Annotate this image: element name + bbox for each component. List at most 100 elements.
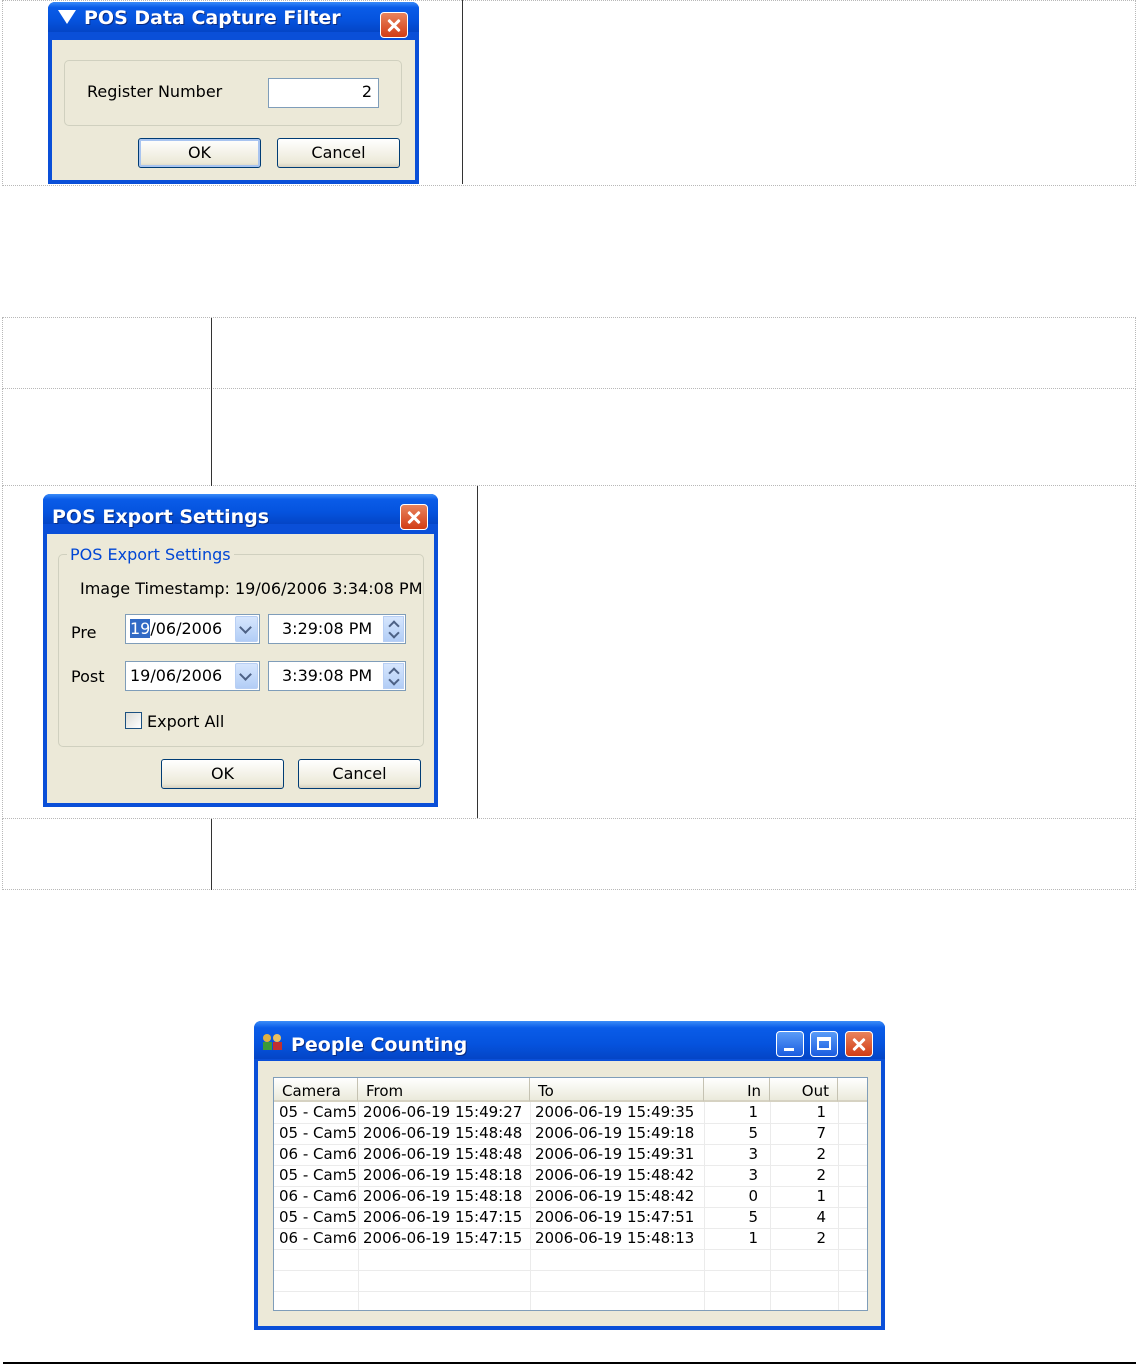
- table-cell: 2006-06-19 15:48:13: [535, 1229, 695, 1247]
- pre-time-spin[interactable]: [383, 616, 404, 642]
- table-cell: 7: [816, 1124, 826, 1142]
- pos-export-body: POS Export Settings Image Timestamp: 19/…: [47, 534, 434, 803]
- table-cell: 2006-06-19 15:47:15: [363, 1229, 523, 1247]
- table-cell: 2006-06-19 15:49:31: [535, 1145, 695, 1163]
- grid-line: [274, 1291, 867, 1292]
- table-cell: 05 - Cam5: [279, 1124, 357, 1142]
- doc-table-divider-2: [477, 486, 478, 818]
- minimize-icon[interactable]: [776, 1031, 804, 1057]
- table-row[interactable]: 05 - Cam5 2006-06-19 15:47:15 2006-06-19 1…: [274, 1207, 867, 1228]
- pos-filter-body: Register Number 2 OK Cancel: [52, 40, 415, 180]
- post-time-spin[interactable]: [383, 663, 404, 689]
- pos-filter-titlebar[interactable]: POS Data Capture Filter: [48, 2, 419, 38]
- table-cell: 2006-06-19 15:49:35: [535, 1103, 695, 1121]
- table-cell: 3: [748, 1166, 758, 1184]
- post-date-text: 19/06/2006: [130, 666, 223, 685]
- table-cell: 05 - Cam5: [279, 1208, 357, 1226]
- doc-table-row-2: [2, 388, 1136, 486]
- table-cell: 2: [816, 1145, 826, 1163]
- pos-export-title: POS Export Settings: [52, 506, 270, 528]
- grid-column-line: [770, 1102, 771, 1310]
- table-cell: 5: [748, 1208, 758, 1226]
- register-label: Register Number: [87, 82, 223, 101]
- table-row[interactable]: 05 - Cam5 2006-06-19 15:49:27 2006-06-19 1…: [274, 1102, 867, 1123]
- pre-time-text: 3:29:08 PM: [282, 619, 373, 638]
- table-cell: 2006-06-19 15:48:18: [363, 1187, 523, 1205]
- people-counting-list[interactable]: Camera From To In Out 05 - Cam5 2006-06-1…: [273, 1077, 868, 1311]
- table-cell: 06 - Cam6: [279, 1187, 357, 1205]
- image-timestamp: Image Timestamp: 19/06/2006 3:34:08 PM: [80, 579, 423, 598]
- column-header-to[interactable]: To: [530, 1078, 704, 1102]
- pre-label: Pre: [71, 623, 97, 642]
- close-icon[interactable]: [845, 1031, 873, 1057]
- maximize-icon[interactable]: [810, 1031, 838, 1057]
- doc-table-divider-3: [211, 819, 212, 890]
- spin-down-icon: [388, 627, 400, 639]
- grid-column-line: [838, 1102, 839, 1310]
- table-cell: 2006-06-19 15:49:27: [363, 1103, 523, 1121]
- people-counting-titlebar[interactable]: People Counting: [254, 1021, 885, 1059]
- table-cell: 1: [816, 1103, 826, 1121]
- pre-date-text: 19/06/2006: [130, 619, 222, 638]
- table-cell: 2006-06-19 15:47:15: [363, 1208, 523, 1226]
- table-cell: 2006-06-19 15:48:42: [535, 1187, 695, 1205]
- table-cell: 2006-06-19 15:48:48: [363, 1124, 523, 1142]
- register-number-input[interactable]: 2: [268, 78, 379, 108]
- doc-table-divider-1: [211, 318, 212, 486]
- table-row[interactable]: 05 - Cam5 2006-06-19 15:48:48 2006-06-19 1…: [274, 1123, 867, 1144]
- post-time-spinner[interactable]: 3:39:08 PM: [268, 661, 406, 691]
- doc-table-divider: [462, 0, 463, 184]
- ok-button[interactable]: OK: [161, 759, 284, 789]
- pre-time-spinner[interactable]: 3:29:08 PM: [268, 614, 406, 644]
- table-cell: 2: [816, 1229, 826, 1247]
- post-time-text: 3:39:08 PM: [282, 666, 373, 685]
- table-cell: 2: [816, 1166, 826, 1184]
- pos-filter-dialog: POS Data Capture Filter Register Number …: [48, 2, 419, 184]
- table-cell: 0: [748, 1187, 758, 1205]
- post-date-picker[interactable]: 19/06/2006: [125, 661, 260, 691]
- table-row[interactable]: 06 - Cam6 2006-06-19 15:48:18 2006-06-19 1…: [274, 1186, 867, 1207]
- pos-export-dialog: POS Export Settings POS Export Settings …: [43, 494, 438, 807]
- table-row[interactable]: 06 - Cam6 2006-06-19 15:47:15 2006-06-19 1…: [274, 1228, 867, 1249]
- export-all-checkbox[interactable]: [125, 712, 142, 729]
- pre-date-dropdown[interactable]: [235, 616, 258, 642]
- page-bottom-rule: [3, 1362, 1136, 1364]
- column-header-in[interactable]: In: [704, 1078, 770, 1102]
- cancel-button[interactable]: Cancel: [298, 759, 421, 789]
- post-date-dropdown[interactable]: [235, 663, 258, 689]
- chevron-down-icon: [239, 621, 252, 634]
- grid-column-line: [704, 1102, 705, 1310]
- chevron-down-icon: [239, 668, 252, 681]
- register-number-value: 2: [361, 82, 372, 101]
- table-row[interactable]: 06 - Cam6 2006-06-19 15:48:48 2006-06-19 1…: [274, 1144, 867, 1165]
- close-icon[interactable]: [400, 504, 428, 530]
- column-header-from[interactable]: From: [358, 1078, 530, 1102]
- export-group-label: POS Export Settings: [67, 545, 234, 564]
- table-cell: 06 - Cam6: [279, 1145, 357, 1163]
- table-cell: 05 - Cam5: [279, 1166, 357, 1184]
- pos-export-titlebar[interactable]: POS Export Settings: [43, 494, 438, 530]
- table-row[interactable]: 05 - Cam5 2006-06-19 15:48:18 2006-06-19 1…: [274, 1165, 867, 1186]
- grid-line: [274, 1270, 867, 1271]
- table-cell: 5: [748, 1124, 758, 1142]
- table-cell: 3: [748, 1145, 758, 1163]
- doc-table-row-1: [2, 317, 1136, 389]
- column-header-out[interactable]: Out: [770, 1078, 838, 1102]
- pre-date-rest: /06/2006: [150, 619, 223, 638]
- pre-date-picker[interactable]: 19/06/2006: [125, 614, 260, 644]
- doc-table-row-4: [2, 818, 1136, 890]
- close-icon[interactable]: [380, 12, 408, 38]
- pre-date-selected: 19: [130, 619, 151, 638]
- post-label: Post: [71, 667, 105, 686]
- table-cell: 2006-06-19 15:48:18: [363, 1166, 523, 1184]
- cancel-button[interactable]: Cancel: [277, 138, 400, 168]
- column-header-camera[interactable]: Camera: [274, 1078, 358, 1102]
- table-cell: 06 - Cam6: [279, 1229, 357, 1247]
- ok-button[interactable]: OK: [138, 138, 261, 168]
- table-cell: 1: [748, 1229, 758, 1247]
- people-counting-window: People Counting Camera From To In Out 05…: [254, 1021, 885, 1330]
- column-header-filler: [838, 1078, 867, 1102]
- grid-column-line: [530, 1102, 531, 1310]
- table-cell: 1: [748, 1103, 758, 1121]
- table-cell: 2006-06-19 15:49:18: [535, 1124, 695, 1142]
